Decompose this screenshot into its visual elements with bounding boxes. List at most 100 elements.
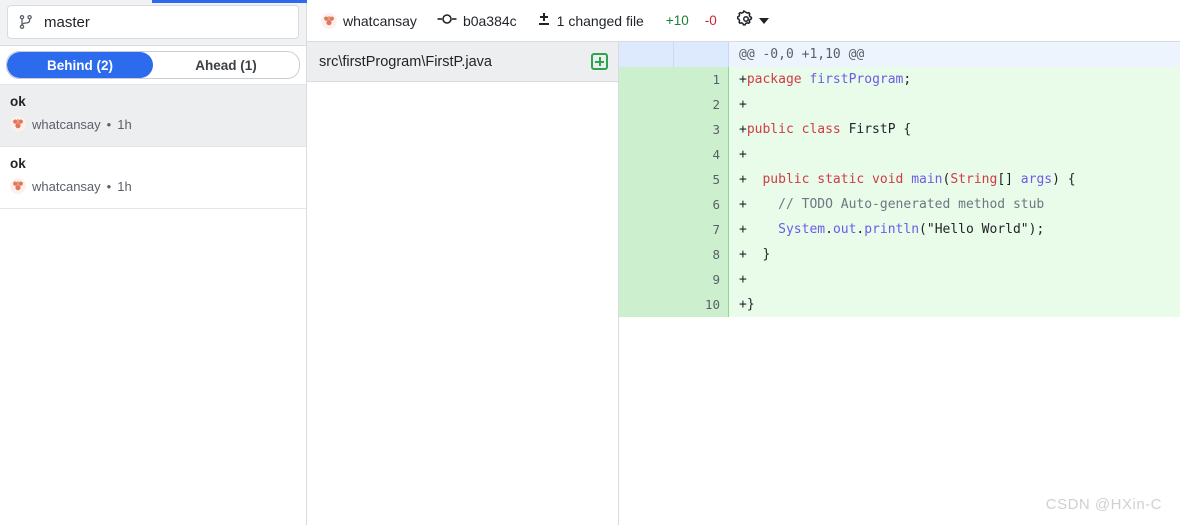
code-token: main (911, 172, 943, 187)
gutter-new: 7 (673, 217, 729, 242)
code-token: ) { (1052, 172, 1076, 187)
diff-line-marker: + (739, 172, 747, 187)
gutter-old (619, 67, 674, 92)
avatar (10, 178, 26, 194)
gutter-new (673, 42, 729, 67)
diff-line-row: 1 +package firstProgram; (619, 67, 1180, 92)
diff-line-row: 4 + (619, 142, 1180, 167)
changed-files-panel: src\firstProgram\FirstP.java (307, 42, 619, 525)
code-token: public static void (762, 172, 912, 187)
commit-separator: • (106, 178, 112, 194)
diff-line-content: + } (728, 242, 1180, 267)
diff-line-row: 5 + public static void main(String[] args… (619, 167, 1180, 192)
commit-separator: • (106, 116, 112, 132)
behind-ahead-toggle: Behind (2) Ahead (1) (0, 46, 306, 84)
code-token: args (1020, 172, 1053, 187)
gutter-new: 4 (673, 142, 729, 167)
commit-time: 1h (117, 178, 132, 194)
changed-files-group: 1 changed file (537, 12, 644, 29)
code-token: FirstP (848, 122, 896, 137)
diff-line-content: + public static void main(String[] args)… (728, 167, 1180, 192)
list-item[interactable]: ok whatcansay • 1h (0, 85, 306, 147)
commit-title: ok (10, 156, 26, 171)
diff-line-marker: + (739, 147, 747, 162)
gutter-new: 2 (673, 92, 729, 117)
gutter-new: 6 (673, 192, 729, 217)
hunk-header-text: @@ -0,0 +1,10 @@ (728, 42, 1180, 67)
chevron-down-icon (758, 17, 769, 24)
commit-author: whatcansay (32, 116, 101, 132)
branch-bar: master (0, 0, 306, 46)
code-token: out (832, 222, 857, 237)
added-file-icon (591, 53, 608, 70)
gutter-old (619, 292, 674, 317)
commit-time: 1h (117, 116, 132, 132)
tab-behind[interactable]: Behind (2) (7, 52, 153, 78)
branch-selector[interactable]: master (7, 5, 299, 39)
diff-line-marker: + (739, 122, 747, 137)
commit-summary-toolbar: whatcansay b0a384c 1 changed file +10 -0 (307, 0, 1180, 42)
changed-files-label: 1 changed file (556, 12, 644, 29)
code-token: package (746, 72, 810, 87)
gear-icon (736, 9, 755, 31)
diff-line-row: 6 + // TODO Auto-generated method stub (619, 192, 1180, 217)
gutter-new: 9 (673, 267, 729, 292)
code-token: { (895, 122, 912, 137)
app-window: master Behind (2) Ahead (1) ok whatcansa… (0, 0, 1180, 525)
sidebar: master Behind (2) Ahead (1) ok whatcansa… (0, 0, 308, 525)
commit-hash-group[interactable]: b0a384c (437, 12, 517, 29)
code-token: public class (746, 122, 849, 137)
diff-line-marker: + (739, 222, 747, 237)
branch-name: master (44, 13, 90, 31)
diff-line-marker: + (739, 297, 747, 312)
commit-hash: b0a384c (462, 12, 517, 29)
code-token: ("Hello World"); (919, 222, 1045, 237)
commit-meta: whatcansay • 1h (10, 116, 296, 132)
diff-line-content: + (728, 92, 1180, 117)
diff-line-marker: + (739, 272, 747, 287)
code-token: String (950, 172, 998, 187)
gutter-old (619, 42, 674, 67)
git-branch-icon (18, 14, 34, 30)
tab-ahead[interactable]: Ahead (1) (153, 52, 299, 78)
gutter-old (619, 142, 674, 167)
diff-line-content: + (728, 267, 1180, 292)
code-token: [] (997, 172, 1021, 187)
diff-options-button[interactable] (736, 9, 769, 31)
commit-icon (437, 12, 457, 29)
active-tab-indicator (152, 0, 308, 3)
diff-line-content: + System.out.println("Hello World"); (728, 217, 1180, 242)
gutter-new: 3 (673, 117, 729, 142)
diff-line-content: + // TODO Auto-generated method stub (728, 192, 1180, 217)
diff-line-row: 7 + System.out.println("Hello World"); (619, 217, 1180, 242)
code-token: } (746, 247, 771, 262)
code-token: System (778, 222, 826, 237)
commit-title: ok (10, 94, 26, 109)
commit-author-group: whatcansay (321, 12, 417, 29)
list-item[interactable]: ok whatcansay • 1h (0, 147, 306, 209)
diff-line-row: 9 + (619, 267, 1180, 292)
gutter-old (619, 167, 674, 192)
avatar (321, 12, 337, 29)
diff-table: @@ -0,0 +1,10 @@ 1 +package firstProgram; 2… (619, 42, 1180, 317)
diff-viewer[interactable]: @@ -0,0 +1,10 @@ 1 +package firstProgram; 2… (619, 42, 1180, 525)
code-token: println (864, 222, 920, 237)
diff-line-marker: + (739, 197, 747, 212)
main-content: whatcansay b0a384c 1 changed file +10 -0… (307, 0, 1180, 525)
gutter-old (619, 242, 674, 267)
diff-line-marker: + (739, 72, 747, 87)
gutter-old (619, 267, 674, 292)
gutter-new: 10 (673, 292, 729, 317)
code-token: . (825, 222, 833, 237)
watermark: CSDN @HXin-C (1045, 496, 1162, 513)
gutter-old (619, 217, 674, 242)
changed-file-item[interactable]: src\firstProgram\FirstP.java (307, 42, 618, 82)
code-token: } (746, 297, 755, 312)
commit-author: whatcansay (343, 12, 417, 29)
diff-line-content: +} (728, 292, 1180, 317)
diff-line-marker: + (739, 97, 747, 112)
diff-line-row: 8 + } (619, 242, 1180, 267)
